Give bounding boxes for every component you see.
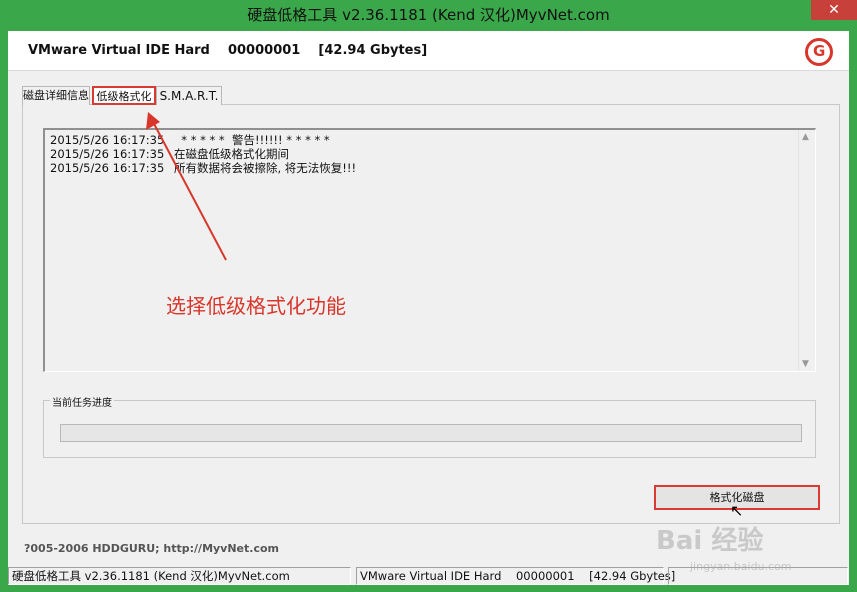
arrow-line (151, 119, 227, 261)
baidu-watermark-url: jingyan.baidu.com (690, 560, 792, 573)
annotation-arrow (146, 112, 227, 261)
annotation-text: 选择低级格式化功能 (166, 294, 346, 318)
baidu-watermark: Bai 经验 (656, 526, 764, 556)
arrow-head (146, 112, 160, 130)
